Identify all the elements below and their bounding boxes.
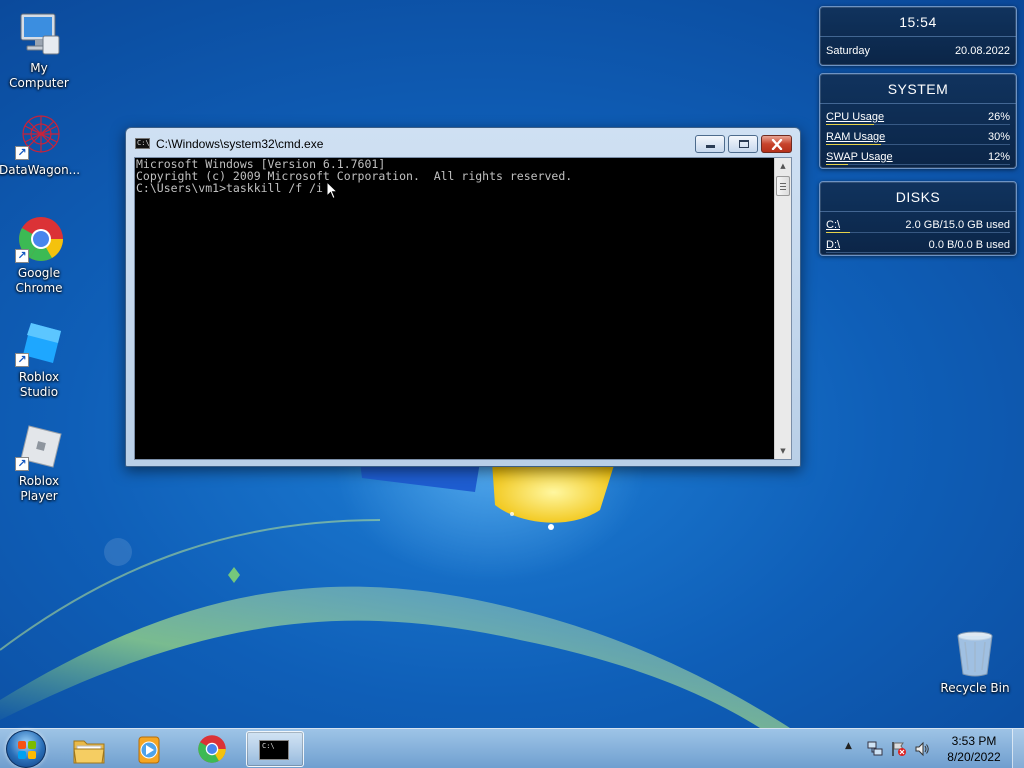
console-output[interactable]: Microsoft Windows [Version 6.1.7601] Copy… — [136, 158, 776, 459]
taskbar-clock-date: 8/20/2022 — [947, 750, 1001, 764]
close-icon — [771, 139, 783, 150]
clock-gadget-date: 20.08.2022 — [954, 45, 1010, 57]
roblox-studio-icon: ↗ — [15, 319, 63, 367]
cmd-window-titlebar[interactable]: C:\ C:\Windows\system32\cmd.exe — [126, 128, 800, 156]
taskbar-explorer-button[interactable] — [60, 731, 118, 767]
chrome-icon: ↗ — [15, 215, 63, 263]
cmd-console-area[interactable]: Microsoft Windows [Version 6.1.7601] Copy… — [134, 157, 792, 460]
desktop-icon-google-chrome[interactable]: ↗ Google Chrome — [0, 215, 79, 296]
desktop-icon-label: Roblox Studio — [18, 370, 60, 399]
shortcut-arrow-icon: ↗ — [15, 146, 29, 160]
desktop-icon-label: My Computer — [9, 61, 69, 90]
system-gadget-title: SYSTEM — [820, 74, 1016, 104]
vertical-scrollbar[interactable]: ▲ ▼ — [774, 158, 791, 459]
taskbar-cmd-button[interactable]: C:\ — [246, 731, 304, 767]
cmd-icon[interactable]: C:\ — [135, 138, 150, 149]
maximize-icon — [739, 140, 749, 148]
cmd-window-title: C:\Windows\system32\cmd.exe — [156, 137, 324, 151]
cpu-usage-row: CPU Usage 26% — [820, 107, 1016, 127]
cmd-icon: C:\ — [259, 740, 289, 760]
start-button[interactable] — [6, 730, 46, 768]
show-desktop-button[interactable] — [1012, 729, 1024, 768]
swap-usage-value: 12% — [987, 151, 1010, 163]
disk-c-row: C:\ 2.0 GB/15.0 GB used — [820, 215, 1016, 235]
swap-usage-row: SWAP Usage 12% — [820, 147, 1016, 167]
shortcut-arrow-icon: ↗ — [15, 457, 29, 471]
disk-d-bar — [826, 252, 1010, 253]
cpu-usage-label[interactable]: CPU Usage — [826, 111, 884, 123]
swap-usage-label[interactable]: SWAP Usage — [826, 151, 893, 163]
action-center-flag-icon[interactable] — [891, 741, 907, 757]
ram-usage-bar — [826, 144, 1010, 145]
computer-icon — [15, 10, 63, 58]
disk-c-bar — [826, 232, 1010, 233]
desktop-icon-roblox-player[interactable]: ↗ Roblox Player — [0, 423, 79, 504]
disk-c-label[interactable]: C:\ — [826, 219, 840, 231]
desktop-icon-label: Google Chrome — [15, 266, 63, 295]
ram-usage-label[interactable]: RAM Usage — [826, 131, 885, 143]
disks-gadget[interactable]: DISKS C:\ 2.0 GB/15.0 GB used D:\ 0.0 B/… — [819, 181, 1017, 256]
desktop-icon-recycle-bin[interactable]: Recycle Bin — [935, 630, 1015, 696]
desktop-icon-roblox-studio[interactable]: ↗ Roblox Studio — [0, 319, 79, 400]
shortcut-arrow-icon: ↗ — [15, 249, 29, 263]
clock-gadget-day: Saturday — [826, 45, 871, 57]
taskbar: C:\ ▲ 3:53 PM 8/20/2022 — [0, 728, 1024, 768]
minimize-icon — [706, 145, 715, 148]
desktop-icon-my-computer[interactable]: My Computer — [0, 10, 79, 91]
cpu-usage-value: 26% — [987, 111, 1010, 123]
minimize-button[interactable] — [695, 135, 725, 153]
chrome-icon — [198, 735, 226, 763]
scroll-up-icon[interactable]: ▲ — [775, 158, 791, 174]
disks-gadget-rows: C:\ 2.0 GB/15.0 GB used D:\ 0.0 B/0.0 B … — [820, 212, 1016, 255]
show-hidden-icons-button[interactable]: ▲ — [845, 741, 852, 751]
close-button[interactable] — [761, 135, 792, 153]
clock-gadget-time: 15:54 — [820, 7, 1016, 37]
taskbar-clock-time: 3:53 PM — [951, 734, 997, 748]
clock-gadget-date-row: Saturday 20.08.2022 — [820, 37, 1016, 65]
cmd-window[interactable]: C:\ C:\Windows\system32\cmd.exe Microsof… — [125, 127, 801, 467]
desktop-icon-label: Recycle Bin — [940, 681, 1010, 695]
roblox-player-icon: ↗ — [15, 423, 63, 471]
disk-d-row: D:\ 0.0 B/0.0 B used — [820, 235, 1016, 255]
datawagon-icon: ↗ — [15, 112, 63, 160]
scroll-down-icon[interactable]: ▼ — [775, 443, 791, 459]
console-prompt-line: C:\Users\vm1>taskkill /f /i — [136, 180, 323, 195]
recycle-bin-icon — [951, 630, 999, 678]
swap-usage-bar — [826, 164, 1010, 165]
volume-icon[interactable] — [914, 741, 930, 757]
maximize-button[interactable] — [728, 135, 758, 153]
desktop-icon-label: DataWagon... — [0, 163, 81, 177]
shortcut-arrow-icon: ↗ — [15, 353, 29, 367]
disk-c-value: 2.0 GB/15.0 GB used — [905, 219, 1010, 231]
taskbar-clock[interactable]: 3:53 PM 8/20/2022 — [938, 733, 1010, 765]
taskbar-chrome-button[interactable] — [183, 731, 241, 767]
cpu-usage-bar — [826, 124, 1010, 125]
media-player-icon — [138, 736, 160, 764]
desktop-icon-datawagon[interactable]: ↗ DataWagon... — [0, 112, 81, 178]
ram-usage-value: 30% — [987, 131, 1010, 143]
network-icon[interactable] — [867, 741, 883, 757]
disks-gadget-title: DISKS — [820, 182, 1016, 212]
clock-gadget[interactable]: 15:54 Saturday 20.08.2022 — [819, 6, 1017, 66]
disk-d-value: 0.0 B/0.0 B used — [928, 239, 1010, 251]
system-gadget[interactable]: SYSTEM CPU Usage 26% RAM Usage 30% SWAP … — [819, 73, 1017, 169]
system-gadget-rows: CPU Usage 26% RAM Usage 30% SWAP Usage 1… — [820, 104, 1016, 167]
disk-d-label[interactable]: D:\ — [826, 239, 840, 251]
ram-usage-row: RAM Usage 30% — [820, 127, 1016, 147]
mouse-cursor-icon — [326, 181, 338, 200]
scroll-thumb[interactable] — [776, 176, 790, 196]
windows-logo-icon — [18, 741, 36, 759]
explorer-icon — [73, 740, 105, 764]
desktop-icon-label: Roblox Player — [18, 474, 60, 503]
taskbar-media-player-button[interactable] — [120, 731, 178, 767]
